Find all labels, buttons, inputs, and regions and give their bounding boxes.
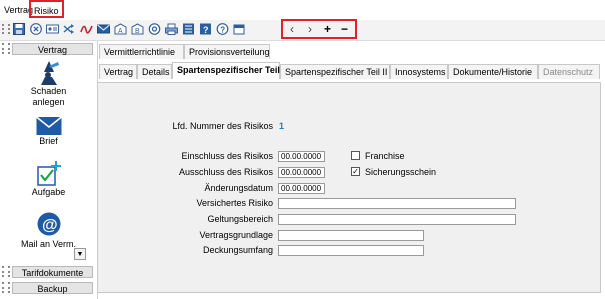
tabrow-top: Vermittlerrichtlinie Provisionsverteilun…	[99, 44, 599, 59]
help-icon[interactable]: ?	[199, 22, 212, 35]
damage-icon	[37, 60, 61, 86]
ausschluss-date-field[interactable]	[278, 167, 325, 178]
vertragsgrundlage-field[interactable]	[278, 230, 424, 241]
menu-bar: Vertrag Risiko	[0, 0, 605, 20]
signature-icon[interactable]	[80, 22, 93, 35]
label-lfd-nummer: Lfd. Nummer des Risikos	[172, 121, 273, 131]
toolbar-grip[interactable]	[2, 24, 10, 34]
record-navigation: ‹ › + −	[281, 19, 357, 39]
svg-text:A: A	[118, 28, 123, 35]
export-icon[interactable]	[233, 22, 246, 35]
svg-text:?: ?	[203, 25, 209, 35]
sidebar-grip[interactable]	[2, 266, 10, 277]
label-deckungsumfang: Deckungsumfang	[202, 245, 273, 255]
envelope-icon	[35, 116, 62, 136]
sidebar-item-label: Aufgabe	[31, 187, 66, 197]
menu-risiko[interactable]: Risiko	[29, 0, 64, 18]
tab-provisionsverteilung[interactable]: Provisionsverteilung	[184, 44, 270, 59]
remove-button[interactable]: −	[341, 22, 348, 36]
svg-text:@: @	[42, 217, 58, 234]
at-icon[interactable]	[148, 22, 161, 35]
sidebar-item-mail[interactable]: @ Mail an Verm.	[0, 211, 97, 250]
tab-dokumente-historie[interactable]: Dokumente/Historie	[448, 64, 538, 79]
deckungsumfang-field[interactable]	[278, 245, 424, 256]
label-vertragsgrundlage: Vertragsgrundlage	[199, 230, 273, 240]
list-icon[interactable]	[182, 22, 195, 35]
sidebar-header-vertrag[interactable]: Vertrag	[12, 43, 93, 55]
versichertes-risiko-field[interactable]	[278, 198, 516, 209]
cancel-icon[interactable]	[29, 22, 42, 35]
label-aenderungsdatum: Änderungsdatum	[204, 183, 273, 193]
id-card-icon[interactable]	[46, 22, 59, 35]
sidebar-scroll-down-button[interactable]: ▼	[74, 248, 86, 260]
tab-spartenspezifischer-teil-2[interactable]: Spartenspezifischer Teil II	[280, 64, 390, 79]
tab-details[interactable]: Details	[137, 64, 172, 79]
sidebar-item-schaden[interactable]: Schaden anlegen	[0, 60, 97, 108]
einschluss-date-field[interactable]	[278, 151, 325, 162]
aenderungsdatum-field[interactable]	[278, 183, 325, 194]
label-ausschluss: Ausschluss des Risikos	[178, 167, 273, 177]
svg-text:?: ?	[220, 25, 225, 34]
sicherungsschein-checkbox[interactable]: ✓	[351, 167, 360, 176]
letter-b-icon[interactable]: B	[131, 22, 144, 35]
tarifdokumente-button[interactable]: Tarifdokumente	[12, 266, 93, 278]
task-icon	[36, 161, 62, 187]
shuffle-icon[interactable]	[63, 22, 76, 35]
label-einschluss: Einschluss des Risikos	[181, 151, 273, 161]
sidebar-item-label: Schaden	[30, 86, 67, 96]
sidebar-item-label: Brief	[39, 136, 58, 146]
at-icon: @	[36, 211, 62, 237]
toolbar: A B ? ? ‹ › + −	[0, 19, 605, 41]
add-button[interactable]: +	[324, 22, 331, 36]
svg-text:B: B	[135, 28, 140, 35]
label-versichertes-risiko: Versichertes Risiko	[196, 198, 273, 208]
tab-vertrag[interactable]: Vertrag	[99, 64, 137, 79]
tab-datenschutz: Datenschutz	[538, 64, 600, 79]
tab-spartenspezifischer-teil-1[interactable]: Spartenspezifischer Teil I	[172, 62, 285, 79]
franchise-checkbox[interactable]	[351, 151, 360, 160]
tab-vermittlerrichtlinie[interactable]: Vermittlerrichtlinie	[99, 44, 184, 59]
tabrow-main: Vertrag Details Spartenspezifischer Teil…	[99, 62, 601, 79]
value-lfd-nummer: 1	[279, 121, 285, 131]
tab-innosystems[interactable]: Innosystems	[390, 64, 448, 79]
printer-icon[interactable]	[165, 22, 178, 35]
risk-form-panel: Lfd. Nummer des Risikos 1 Einschluss des…	[97, 82, 601, 293]
mail-icon[interactable]	[97, 22, 110, 35]
sidebar-item-label: anlegen	[32, 97, 65, 107]
sidebar-grip[interactable]	[2, 43, 10, 54]
sidebar: Vertrag Schaden anlegen Brief Aufgabe @ …	[0, 41, 98, 299]
save-icon[interactable]	[12, 22, 25, 35]
question-icon[interactable]: ?	[216, 22, 229, 35]
franchise-label: Franchise	[365, 151, 405, 161]
sidebar-grip[interactable]	[2, 282, 10, 293]
sidebar-item-aufgabe[interactable]: Aufgabe	[0, 161, 97, 198]
letter-a-icon[interactable]: A	[114, 22, 127, 35]
next-button[interactable]: ›	[308, 22, 312, 36]
sicherungsschein-label: Sicherungsschein	[365, 167, 437, 177]
geltungsbereich-field[interactable]	[278, 214, 516, 225]
sidebar-item-brief[interactable]: Brief	[0, 116, 97, 147]
backup-button[interactable]: Backup	[12, 282, 93, 294]
label-geltungsbereich: Geltungsbereich	[207, 214, 273, 224]
previous-button[interactable]: ‹	[290, 22, 294, 36]
